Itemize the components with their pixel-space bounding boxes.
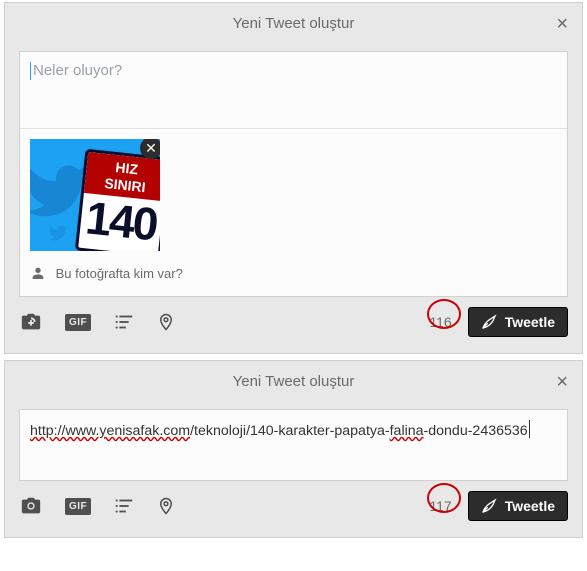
- close-icon[interactable]: ×: [556, 3, 568, 45]
- person-tag-icon: [30, 265, 46, 284]
- compose-toolbar: GIF 116 Tweetle: [5, 297, 582, 353]
- remove-image-icon[interactable]: ✕: [140, 139, 160, 159]
- dialog-header: Yeni Tweet oluştur ×: [5, 3, 582, 45]
- speed-limit-sign: HIZ SINIRI 140: [75, 149, 160, 251]
- add-location-icon[interactable]: [157, 495, 175, 517]
- tweet-textarea[interactable]: http://www.yenisafak.com/teknoloji/140-k…: [20, 410, 567, 480]
- quill-icon: [481, 314, 497, 330]
- add-gif-button[interactable]: GIF: [65, 498, 91, 515]
- tweet-button-label: Tweetle: [505, 498, 555, 514]
- url-part: falina: [390, 423, 424, 439]
- char-counter: 116: [429, 314, 451, 330]
- add-image-icon[interactable]: [19, 311, 43, 333]
- image-thumbnail[interactable]: HIZ SINIRI 140 ✕: [30, 139, 160, 251]
- dialog-title: Yeni Tweet oluştur: [233, 373, 355, 390]
- dialog-title: Yeni Tweet oluştur: [233, 15, 355, 32]
- sign-text: HIZ: [115, 159, 139, 177]
- tag-people-button[interactable]: Bu fotoğrafta kim var?: [20, 261, 567, 296]
- char-counter: 117: [429, 498, 451, 514]
- compose-toolbar: GIF 117 Tweetle: [5, 481, 582, 537]
- add-poll-icon[interactable]: [113, 495, 135, 517]
- compose-panel: Yeni Tweet oluştur × http://www.yenisafa…: [4, 360, 583, 538]
- twitter-bird-icon: [44, 223, 72, 243]
- dialog-header: Yeni Tweet oluştur ×: [5, 361, 582, 403]
- gif-icon: GIF: [65, 498, 91, 515]
- add-location-icon[interactable]: [157, 311, 175, 333]
- compose-panel: Yeni Tweet oluştur × Neler oluyor? HIZ S…: [4, 2, 583, 354]
- url-part: http://www.yenisafak.com: [30, 423, 190, 439]
- url-part: /teknoloji/140-karakter-papatya-: [190, 423, 390, 439]
- media-attachments: HIZ SINIRI 140 ✕: [20, 129, 567, 261]
- close-icon[interactable]: ×: [556, 361, 568, 403]
- tag-prompt-text: Bu fotoğrafta kim var?: [56, 266, 183, 281]
- textarea-placeholder: Neler oluyor?: [33, 62, 122, 79]
- compose-box: http://www.yenisafak.com/teknoloji/140-k…: [19, 409, 568, 481]
- text-caret: [30, 62, 31, 80]
- tweet-button[interactable]: Tweetle: [468, 491, 568, 521]
- text-caret: [529, 420, 530, 438]
- tweet-button[interactable]: Tweetle: [468, 307, 568, 337]
- gif-icon: GIF: [65, 314, 91, 331]
- compose-box: Neler oluyor? HIZ SINIRI 140 ✕: [19, 51, 568, 297]
- quill-icon: [481, 498, 497, 514]
- tweet-textarea[interactable]: Neler oluyor?: [20, 52, 567, 128]
- tweet-button-label: Tweetle: [505, 314, 555, 330]
- add-gif-button[interactable]: GIF: [65, 314, 91, 331]
- sign-text: SINIRI: [104, 175, 147, 195]
- add-image-icon[interactable]: [19, 495, 43, 517]
- url-part: -dondu-2436536: [424, 423, 528, 439]
- sign-number: 140: [79, 193, 160, 249]
- add-poll-icon[interactable]: [113, 311, 135, 333]
